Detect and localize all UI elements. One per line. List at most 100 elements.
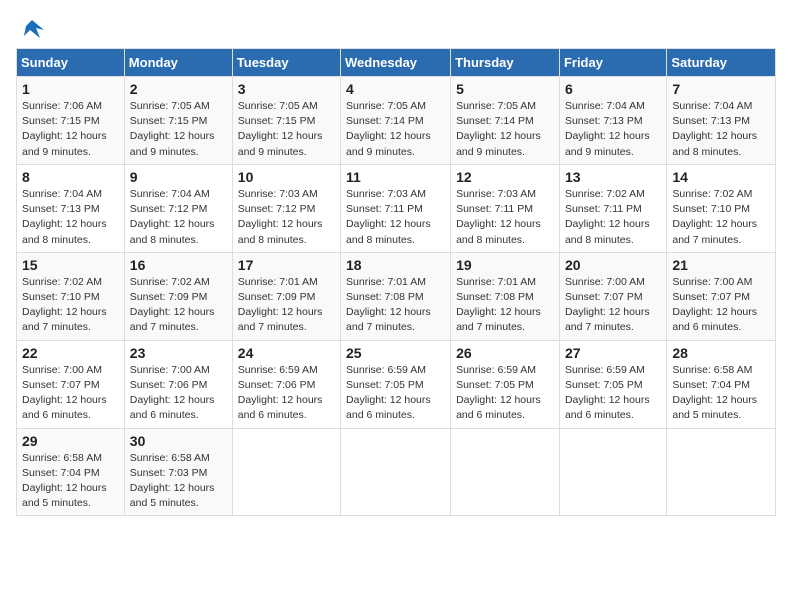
- calendar-cell: 22 Sunrise: 7:00 AMSunset: 7:07 PMDayligh…: [17, 340, 125, 428]
- day-number: 15: [22, 257, 119, 273]
- day-number: 26: [456, 345, 554, 361]
- day-number: 7: [672, 81, 770, 97]
- calendar-cell: 29 Sunrise: 6:58 AMSunset: 7:04 PMDayligh…: [17, 428, 125, 516]
- day-info: Sunrise: 6:59 AMSunset: 7:05 PMDaylight:…: [565, 363, 661, 424]
- day-info: Sunrise: 7:02 AMSunset: 7:10 PMDaylight:…: [22, 275, 119, 336]
- calendar-cell: 14Sunrise: 7:02 AMSunset: 7:10 PMDayligh…: [667, 164, 776, 252]
- day-info: Sunrise: 7:04 AMSunset: 7:13 PMDaylight:…: [672, 99, 770, 160]
- day-info: Sunrise: 7:00 AMSunset: 7:07 PMDaylight:…: [565, 275, 661, 336]
- calendar-cell: 15 Sunrise: 7:02 AMSunset: 7:10 PMDayligh…: [17, 252, 125, 340]
- calendar-cell: 17 Sunrise: 7:01 AMSunset: 7:09 PMDayligh…: [232, 252, 340, 340]
- calendar-cell: 19 Sunrise: 7:01 AMSunset: 7:08 PMDayligh…: [451, 252, 560, 340]
- calendar-cell: [559, 428, 666, 516]
- day-number: 17: [238, 257, 335, 273]
- calendar-cell: 26 Sunrise: 6:59 AMSunset: 7:05 PMDayligh…: [451, 340, 560, 428]
- calendar-cell: 18Sunrise: 7:01 AMSunset: 7:08 PMDayligh…: [341, 252, 451, 340]
- calendar-cell: 2 Sunrise: 7:05 AMSunset: 7:15 PMDaylight…: [124, 77, 232, 165]
- day-info: Sunrise: 7:04 AMSunset: 7:13 PMDaylight:…: [565, 99, 661, 160]
- day-info: Sunrise: 6:58 AMSunset: 7:04 PMDaylight:…: [22, 451, 119, 512]
- day-info: Sunrise: 7:05 AMSunset: 7:15 PMDaylight:…: [130, 99, 227, 160]
- calendar-cell: 5Sunrise: 7:05 AMSunset: 7:14 PMDaylight…: [451, 77, 560, 165]
- calendar-cell: 1 Sunrise: 7:06 AMSunset: 7:15 PMDaylight…: [17, 77, 125, 165]
- day-info: Sunrise: 7:02 AMSunset: 7:10 PMDaylight:…: [672, 187, 770, 248]
- calendar-cell: [667, 428, 776, 516]
- calendar-cell: 21Sunrise: 7:00 AMSunset: 7:07 PMDayligh…: [667, 252, 776, 340]
- day-number: 13: [565, 169, 661, 185]
- calendar-cell: 24Sunrise: 6:59 AMSunset: 7:06 PMDayligh…: [232, 340, 340, 428]
- day-number: 24: [238, 345, 335, 361]
- day-number: 2: [130, 81, 227, 97]
- calendar-cell: 27 Sunrise: 6:59 AMSunset: 7:05 PMDayligh…: [559, 340, 666, 428]
- calendar-cell: [341, 428, 451, 516]
- calendar-cell: 7 Sunrise: 7:04 AMSunset: 7:13 PMDaylight…: [667, 77, 776, 165]
- day-info: Sunrise: 7:04 AMSunset: 7:13 PMDaylight:…: [22, 187, 119, 248]
- calendar-cell: [451, 428, 560, 516]
- calendar-cell: 8 Sunrise: 7:04 AMSunset: 7:13 PMDaylight…: [17, 164, 125, 252]
- calendar-cell: 30Sunrise: 6:58 AMSunset: 7:03 PMDayligh…: [124, 428, 232, 516]
- calendar-table: SundayMondayTuesdayWednesdayThursdayFrid…: [16, 48, 776, 516]
- calendar-header-saturday: Saturday: [667, 49, 776, 77]
- calendar-week-row: 15 Sunrise: 7:02 AMSunset: 7:10 PMDayligh…: [17, 252, 776, 340]
- day-info: Sunrise: 7:01 AMSunset: 7:09 PMDaylight:…: [238, 275, 335, 336]
- day-number: 19: [456, 257, 554, 273]
- calendar-cell: 11 Sunrise: 7:03 AMSunset: 7:11 PMDayligh…: [341, 164, 451, 252]
- day-number: 21: [672, 257, 770, 273]
- day-number: 16: [130, 257, 227, 273]
- day-number: 20: [565, 257, 661, 273]
- calendar-header-row: SundayMondayTuesdayWednesdayThursdayFrid…: [17, 49, 776, 77]
- calendar-header-thursday: Thursday: [451, 49, 560, 77]
- calendar-header-tuesday: Tuesday: [232, 49, 340, 77]
- day-number: 23: [130, 345, 227, 361]
- day-number: 11: [346, 169, 445, 185]
- calendar-cell: 16 Sunrise: 7:02 AMSunset: 7:09 PMDayligh…: [124, 252, 232, 340]
- day-number: 27: [565, 345, 661, 361]
- calendar-header-friday: Friday: [559, 49, 666, 77]
- calendar-week-row: 8 Sunrise: 7:04 AMSunset: 7:13 PMDaylight…: [17, 164, 776, 252]
- day-number: 30: [130, 433, 227, 449]
- day-info: Sunrise: 6:59 AMSunset: 7:05 PMDaylight:…: [346, 363, 445, 424]
- calendar-cell: 20 Sunrise: 7:00 AMSunset: 7:07 PMDayligh…: [559, 252, 666, 340]
- day-info: Sunrise: 7:05 AMSunset: 7:14 PMDaylight:…: [346, 99, 445, 160]
- calendar-cell: 6Sunrise: 7:04 AMSunset: 7:13 PMDaylight…: [559, 77, 666, 165]
- calendar-body: 1 Sunrise: 7:06 AMSunset: 7:15 PMDaylight…: [17, 77, 776, 516]
- calendar-cell: 4 Sunrise: 7:05 AMSunset: 7:14 PMDaylight…: [341, 77, 451, 165]
- day-info: Sunrise: 6:59 AMSunset: 7:05 PMDaylight:…: [456, 363, 554, 424]
- day-number: 10: [238, 169, 335, 185]
- day-number: 1: [22, 81, 119, 97]
- day-info: Sunrise: 7:00 AMSunset: 7:06 PMDaylight:…: [130, 363, 227, 424]
- page-header: [16, 16, 776, 40]
- calendar-cell: 25 Sunrise: 6:59 AMSunset: 7:05 PMDayligh…: [341, 340, 451, 428]
- calendar-cell: 23 Sunrise: 7:00 AMSunset: 7:06 PMDayligh…: [124, 340, 232, 428]
- calendar-cell: 12 Sunrise: 7:03 AMSunset: 7:11 PMDayligh…: [451, 164, 560, 252]
- calendar-cell: [232, 428, 340, 516]
- calendar-cell: 28 Sunrise: 6:58 AMSunset: 7:04 PMDayligh…: [667, 340, 776, 428]
- day-number: 25: [346, 345, 445, 361]
- calendar-week-row: 29 Sunrise: 6:58 AMSunset: 7:04 PMDayligh…: [17, 428, 776, 516]
- day-info: Sunrise: 7:02 AMSunset: 7:09 PMDaylight:…: [130, 275, 227, 336]
- calendar-header-sunday: Sunday: [17, 49, 125, 77]
- calendar-cell: 13 Sunrise: 7:02 AMSunset: 7:11 PMDayligh…: [559, 164, 666, 252]
- calendar-week-row: 22 Sunrise: 7:00 AMSunset: 7:07 PMDayligh…: [17, 340, 776, 428]
- day-number: 28: [672, 345, 770, 361]
- day-number: 29: [22, 433, 119, 449]
- day-info: Sunrise: 7:05 AMSunset: 7:15 PMDaylight:…: [238, 99, 335, 160]
- day-number: 3: [238, 81, 335, 97]
- logo: [16, 16, 46, 40]
- day-info: Sunrise: 7:04 AMSunset: 7:12 PMDaylight:…: [130, 187, 227, 248]
- day-number: 8: [22, 169, 119, 185]
- day-number: 22: [22, 345, 119, 361]
- day-number: 5: [456, 81, 554, 97]
- day-info: Sunrise: 7:06 AMSunset: 7:15 PMDaylight:…: [22, 99, 119, 160]
- calendar-cell: 9 Sunrise: 7:04 AMSunset: 7:12 PMDaylight…: [124, 164, 232, 252]
- day-number: 12: [456, 169, 554, 185]
- day-info: Sunrise: 7:02 AMSunset: 7:11 PMDaylight:…: [565, 187, 661, 248]
- day-info: Sunrise: 7:03 AMSunset: 7:11 PMDaylight:…: [456, 187, 554, 248]
- logo-bird-icon: [18, 16, 46, 44]
- day-number: 9: [130, 169, 227, 185]
- day-info: Sunrise: 7:03 AMSunset: 7:11 PMDaylight:…: [346, 187, 445, 248]
- day-info: Sunrise: 7:01 AMSunset: 7:08 PMDaylight:…: [456, 275, 554, 336]
- day-info: Sunrise: 7:00 AMSunset: 7:07 PMDaylight:…: [22, 363, 119, 424]
- day-info: Sunrise: 6:58 AMSunset: 7:04 PMDaylight:…: [672, 363, 770, 424]
- day-number: 4: [346, 81, 445, 97]
- calendar-header-monday: Monday: [124, 49, 232, 77]
